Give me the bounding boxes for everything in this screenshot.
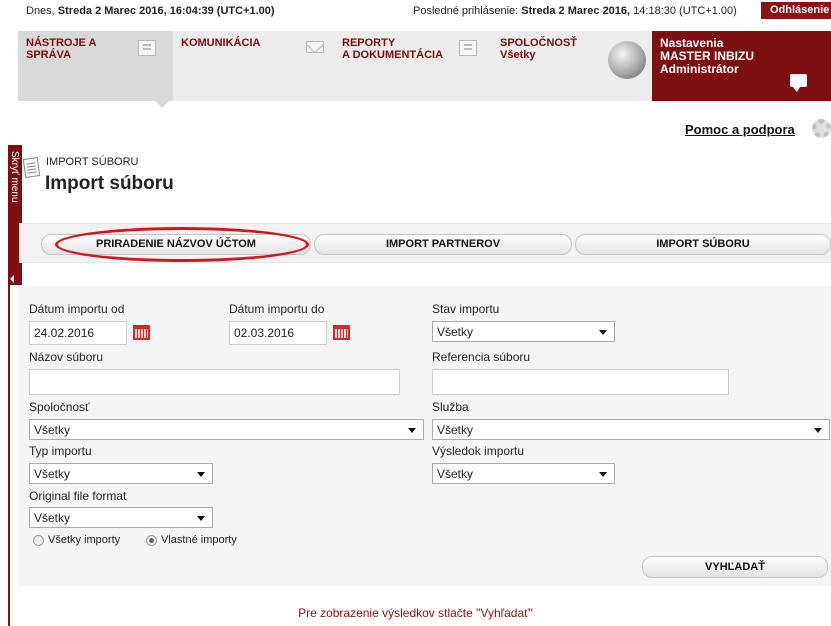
file-reference-input[interactable] <box>432 369 729 395</box>
last-login: Posledné prihlásenie: Streda 2 Marec 201… <box>413 5 737 17</box>
nav-reports-line2: A DOKUMENTÁCIA <box>342 49 444 61</box>
nav-item-tools[interactable]: NÁSTROJE A SPRÁVA <box>18 31 173 101</box>
help-support-link[interactable]: Pomoc a podpora <box>685 122 795 137</box>
nav-item-reports[interactable]: REPORTY A DOKUMENTÁCIA <box>334 31 488 101</box>
nav-item-settings[interactable]: Nastavenia MASTER INBIZU Administrátor <box>652 31 831 101</box>
chevron-down-icon <box>197 472 205 477</box>
nav-item-communication[interactable]: KOMUNIKÁCIA <box>173 31 328 101</box>
service-select[interactable]: Všetky <box>432 419 830 440</box>
company-select-value: Všetky <box>34 423 71 437</box>
radio-all-imports-label[interactable]: Všetky importy <box>48 534 120 546</box>
search-button[interactable]: VYHĽADAŤ <box>642 556 828 578</box>
breadcrumb: IMPORT SÚBORU <box>46 156 139 168</box>
nav-company-line2: Všetky <box>500 49 536 61</box>
date-to-label: Dátum importu do <box>229 302 325 316</box>
import-type-select-value: Všetky <box>34 467 71 481</box>
top-status-bar: Dnes, Streda 2 Marec 2016, 16:04:39 (UTC… <box>0 0 831 22</box>
tab-partner-import[interactable]: IMPORT PARTNEROV <box>314 234 572 255</box>
document-icon <box>459 40 477 56</box>
company-select[interactable]: Všetky <box>29 419 424 440</box>
calendar-icon[interactable] <box>133 325 150 340</box>
chevron-down-icon <box>197 516 205 521</box>
import-result-select[interactable]: Všetky <box>432 463 615 484</box>
chevron-down-icon <box>599 472 607 477</box>
hide-menu-tab[interactable]: Skryť menu <box>8 145 22 285</box>
company-label: Spoločnosť <box>29 400 90 414</box>
results-hint: Pre zobrazenie výsledkov stlačte "Vyhľad… <box>298 606 533 620</box>
calendar-icon[interactable] <box>333 325 350 340</box>
active-nav-pointer <box>155 101 169 108</box>
status-label: Stav importu <box>432 302 500 316</box>
import-result-label: Výsledok importu <box>432 444 525 458</box>
nav-communication-line1: KOMUNIKÁCIA <box>181 37 261 49</box>
chevron-down-icon <box>814 428 822 433</box>
chevron-down-icon <box>408 428 416 433</box>
last-login-time: 14:18:30 (UTC+1.00) <box>630 5 737 17</box>
service-label: Služba <box>432 400 469 414</box>
import-type-label: Typ importu <box>29 444 92 458</box>
nav-item-settings-label: Nastavenia MASTER INBIZU Administrátor <box>660 37 754 76</box>
page-title: Import súboru <box>45 173 174 194</box>
date-from-label: Dátum importu od <box>29 302 125 316</box>
page-document-icon <box>22 157 41 178</box>
main-navigation: NÁSTROJE A SPRÁVA KOMUNIKÁCIA REPORTY A DO… <box>18 31 831 108</box>
chevron-down-icon <box>599 330 607 335</box>
gear-icon[interactable] <box>812 119 831 138</box>
date-to-input[interactable]: 02.03.2016 <box>229 321 327 345</box>
side-divider <box>8 285 10 626</box>
nav-item-reports-label: REPORTY A DOKUMENTÁCIA <box>342 37 443 61</box>
chat-icon[interactable] <box>790 74 807 92</box>
nav-item-company[interactable]: SPOLOČNOSŤ Všetky <box>492 31 652 101</box>
nav-company-line1: SPOLOČNOSŤ <box>500 37 578 49</box>
last-login-prefix: Posledné prihlásenie: <box>413 5 522 17</box>
status-select-value: Všetky <box>437 325 474 339</box>
nav-item-communication-label: KOMUNIKÁCIA <box>181 37 260 49</box>
file-reference-label: Referencia súboru <box>432 350 531 364</box>
nav-item-company-label: SPOLOČNOSŤ Všetky <box>500 37 577 61</box>
status-select[interactable]: Všetky <box>432 321 615 342</box>
nav-item-tools-label: NÁSTROJE A SPRÁVA <box>26 37 97 61</box>
nav-tools-line1: NÁSTROJE A <box>26 37 97 49</box>
radio-own-imports[interactable] <box>146 535 157 546</box>
file-name-input[interactable] <box>29 369 400 395</box>
current-date-prefix: Dnes, <box>26 5 58 17</box>
current-date-value: Streda 2 Marec 2016, 16:04:39 (UTC+1.00) <box>57 5 275 17</box>
radio-all-imports[interactable] <box>33 535 44 546</box>
globe-icon <box>608 41 646 79</box>
radio-own-imports-label[interactable]: Vlastné importy <box>161 534 237 546</box>
file-name-label: Názov súboru <box>29 350 104 364</box>
hide-menu-label: Skryť menu <box>9 151 20 203</box>
import-result-select-value: Všetky <box>437 467 474 481</box>
current-date: Dnes, Streda 2 Marec 2016, 16:04:39 (UTC… <box>26 5 275 17</box>
last-login-date: Streda 2 Marec 2016, <box>521 5 631 17</box>
file-format-select[interactable]: Všetky <box>29 507 213 528</box>
document-icon <box>138 40 156 56</box>
import-type-select[interactable]: Všetky <box>29 463 213 484</box>
nav-tools-line2: SPRÁVA <box>26 49 72 61</box>
date-from-input[interactable]: 24.02.2016 <box>29 321 127 345</box>
service-select-value: Všetky <box>437 423 474 437</box>
file-format-select-value: Všetky <box>34 511 71 525</box>
collapse-arrow-icon[interactable] <box>10 275 14 283</box>
tab-file-import[interactable]: IMPORT SÚBORU <box>575 234 831 255</box>
settings-line3: Administrátor <box>660 62 739 76</box>
file-format-label: Original file format <box>29 489 127 503</box>
logout-button[interactable]: Odhlásenie <box>761 2 831 19</box>
nav-reports-line1: REPORTY <box>342 37 396 49</box>
highlight-annotation <box>55 227 309 262</box>
mail-icon <box>306 41 324 53</box>
